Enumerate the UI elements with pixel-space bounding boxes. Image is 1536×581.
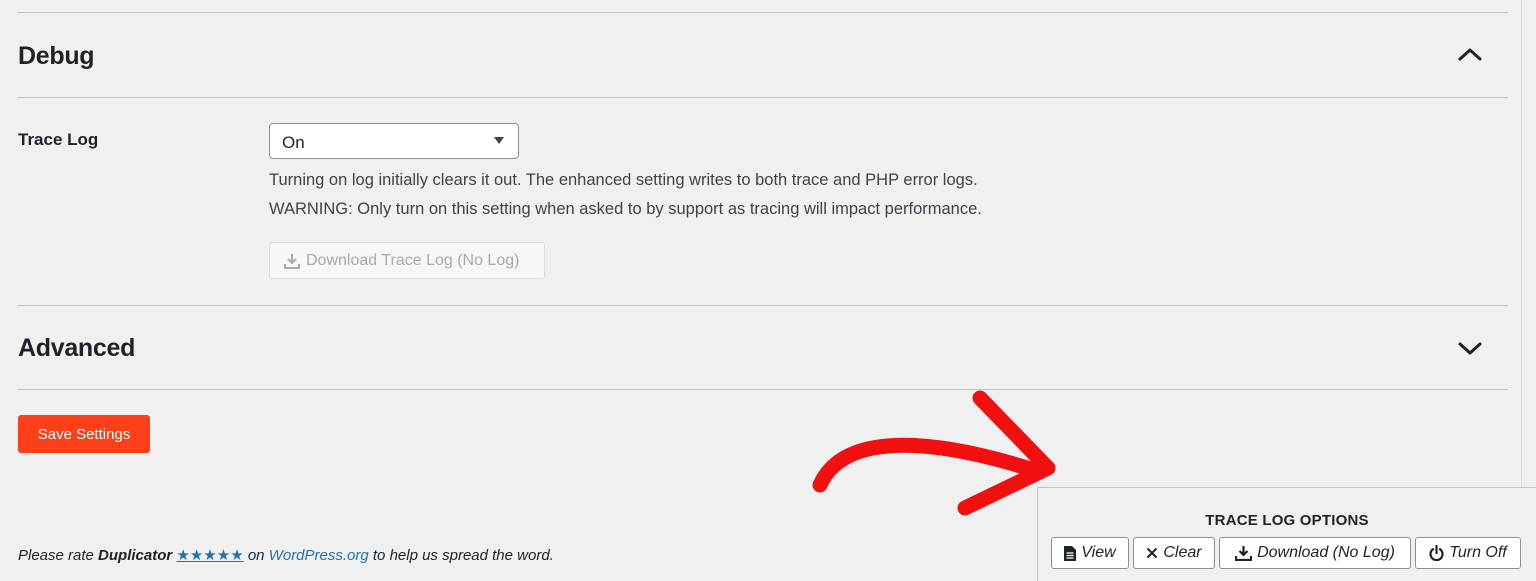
turn-off-log-button[interactable]: Turn Off bbox=[1415, 537, 1521, 569]
debug-divider bbox=[18, 97, 1508, 98]
scrollbar[interactable] bbox=[1521, 0, 1536, 487]
view-log-label: View bbox=[1081, 544, 1116, 561]
trace-log-label: Trace Log bbox=[18, 130, 99, 149]
trace-log-options-panel: TRACE LOG OPTIONS View Clear Download (N… bbox=[1037, 487, 1536, 581]
view-log-button[interactable]: View bbox=[1051, 537, 1129, 569]
chevron-down-icon[interactable] bbox=[1456, 339, 1484, 357]
footer-on: on bbox=[243, 547, 269, 564]
trace-log-select-value: On bbox=[282, 133, 305, 152]
turn-off-log-label: Turn Off bbox=[1449, 544, 1507, 561]
close-icon bbox=[1147, 547, 1158, 559]
trace-log-warning: WARNING: Only turn on this setting when … bbox=[269, 200, 982, 218]
annotation-arrow bbox=[812, 390, 1056, 516]
advanced-section-title: Advanced bbox=[18, 334, 136, 362]
wordpress-org-link[interactable]: WordPress.org bbox=[269, 547, 369, 564]
download-log-button[interactable]: Download (No Log) bbox=[1219, 537, 1411, 569]
footer-product: Duplicator bbox=[98, 547, 173, 564]
clear-log-button[interactable]: Clear bbox=[1133, 537, 1215, 569]
download-log-label: Download (No Log) bbox=[1257, 544, 1395, 561]
rating-stars-link[interactable]: ★★★★★ bbox=[176, 547, 243, 564]
file-icon bbox=[1064, 545, 1077, 561]
download-trace-log-label: Download Trace Log (No Log) bbox=[306, 251, 520, 269]
chevron-up-icon[interactable] bbox=[1456, 45, 1484, 63]
debug-section-title: Debug bbox=[18, 42, 95, 70]
save-settings-button[interactable]: Save Settings bbox=[18, 415, 150, 453]
download-icon bbox=[284, 253, 300, 269]
advanced-divider bbox=[18, 389, 1508, 390]
advanced-top-divider bbox=[18, 305, 1508, 306]
footer-rating-text: Please rate Duplicator ★★★★★ on WordPres… bbox=[18, 546, 554, 564]
download-icon bbox=[1235, 546, 1253, 561]
trace-log-options-title: TRACE LOG OPTIONS bbox=[1205, 512, 1369, 529]
dropdown-caret-icon bbox=[494, 137, 504, 144]
download-trace-log-button[interactable]: Download Trace Log (No Log) bbox=[269, 242, 545, 279]
top-divider bbox=[18, 12, 1508, 13]
trace-log-select[interactable]: On bbox=[269, 123, 519, 159]
power-icon bbox=[1429, 545, 1444, 561]
footer-prefix: Please rate bbox=[18, 547, 99, 564]
trace-log-description: Turning on log initially clears it out. … bbox=[269, 171, 978, 189]
footer-suffix: to help us spread the word. bbox=[368, 547, 554, 564]
clear-log-label: Clear bbox=[1163, 544, 1202, 561]
